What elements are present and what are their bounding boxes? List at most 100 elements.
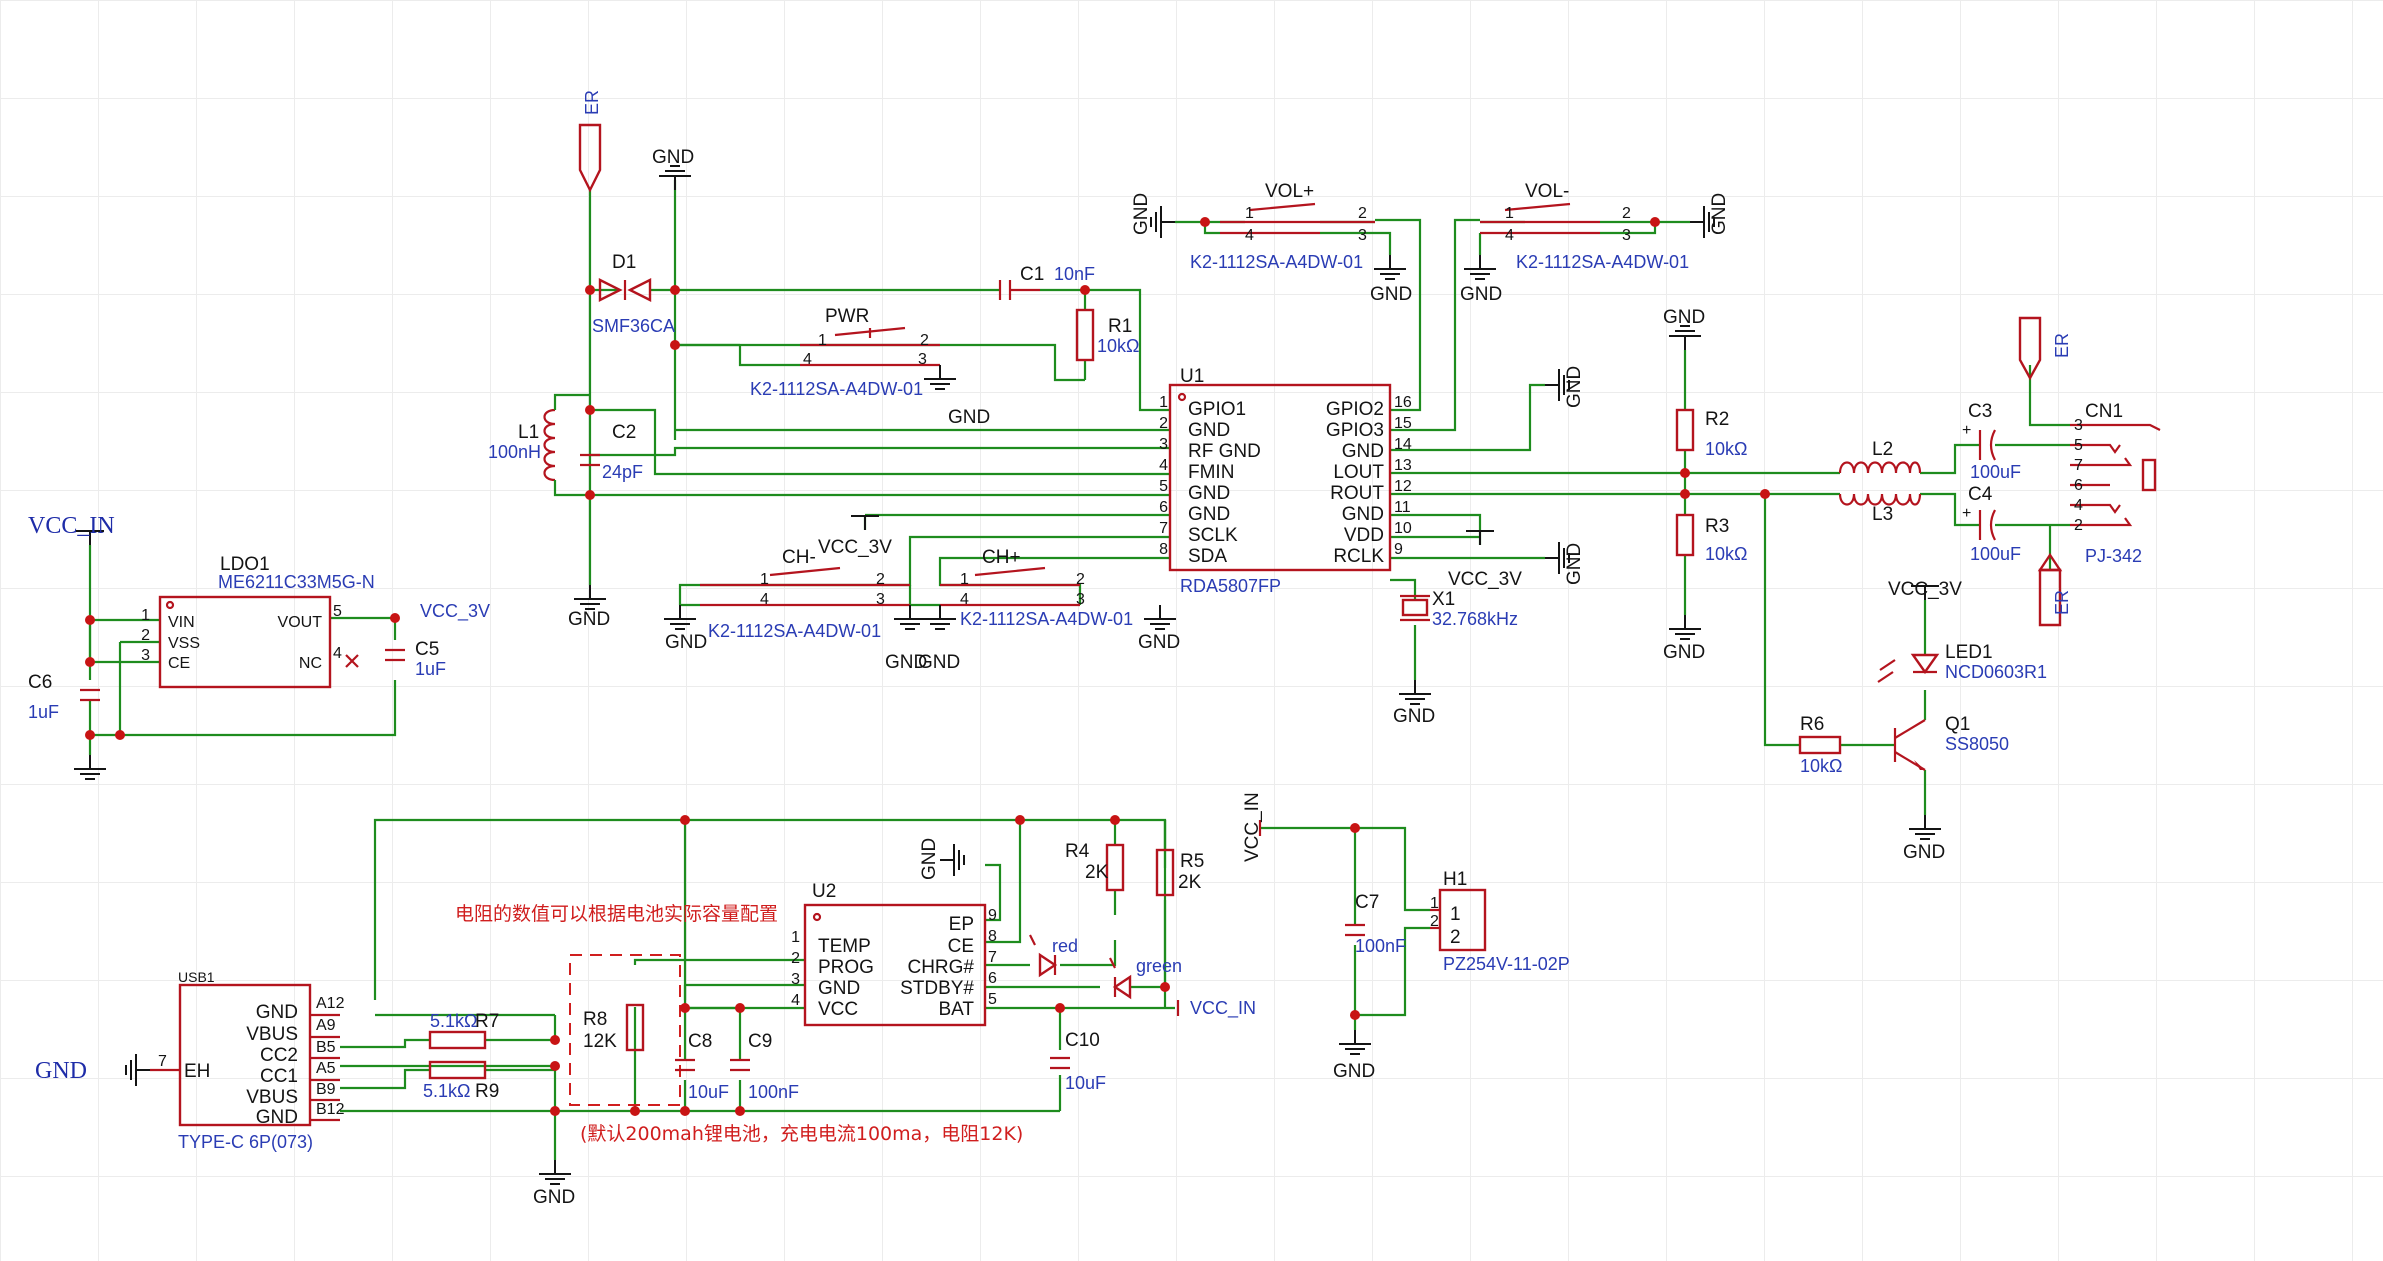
- sw-volm-part: K2-1112SA-A4DW-01: [1516, 252, 1689, 272]
- gnd-label: GND: [1663, 642, 1705, 663]
- pin-num: 13: [1394, 457, 1412, 474]
- cn1-pin: 2: [2074, 517, 2083, 534]
- c3-ref: C3: [1968, 401, 1992, 422]
- pin-name: EH: [184, 1061, 210, 1082]
- pin-num: 5: [333, 603, 342, 620]
- pin-name: RCLK: [1333, 546, 1384, 567]
- sw-chp-name: CH+: [982, 547, 1021, 568]
- wires: [88, 180, 2070, 1160]
- pin-label: 1: [818, 332, 827, 349]
- pin-name: ROUT: [1330, 483, 1384, 504]
- c7-ref: C7: [1355, 892, 1379, 913]
- pin-num: 7: [1159, 520, 1168, 537]
- h1-value: PZ254V-11-02P: [1443, 954, 1570, 974]
- pin-num: 11: [1394, 499, 1411, 516]
- pin-name: GND: [1188, 483, 1230, 504]
- pin-name: VSS: [168, 635, 200, 652]
- r4-value: 2K: [1085, 862, 1109, 883]
- l1-value: 100nH: [488, 442, 541, 462]
- pin-num: 3: [141, 647, 150, 664]
- u1-left-pins: 1 GPIO1 2 GND 3 RF GND 4 FMIN 5 GND 6 GN…: [1159, 394, 1261, 567]
- pin-label: 1: [760, 571, 769, 588]
- c9-ref: C9: [748, 1031, 772, 1052]
- ground-symbols: [73, 165, 1942, 1185]
- pin-num: 5: [1159, 478, 1168, 495]
- pin-num: 4: [333, 645, 342, 662]
- gnd-label: GND: [1138, 632, 1180, 653]
- er-label: ER: [2052, 333, 2072, 358]
- c4-value: 100uF: [1970, 544, 2021, 564]
- sw-pwr-name: PWR: [825, 306, 869, 327]
- cn1-pin: 5: [2074, 437, 2083, 454]
- pin-num: 8: [988, 928, 997, 945]
- pin-num: 7: [158, 1053, 167, 1070]
- pin-name: GND: [1342, 504, 1384, 525]
- sw-chm-name: CH-: [782, 547, 816, 568]
- pin-num: 1: [1159, 394, 1168, 411]
- led-green-label: green: [1136, 956, 1182, 976]
- c9-value: 100nF: [748, 1082, 799, 1102]
- cn1-pin: 7: [2074, 457, 2083, 474]
- x1-ref: X1: [1432, 589, 1455, 610]
- led1-ref: LED1: [1945, 642, 1993, 663]
- labels: ER GND GND VCC_3V VCC_3V VCC_3V GND GND …: [28, 90, 2142, 1208]
- pin-name: GPIO2: [1326, 399, 1384, 420]
- gnd-label: GND: [918, 652, 960, 673]
- battery-note: (默认200mah锂电池，充电电流100ma，电阻12K): [580, 1123, 1023, 1145]
- gnd-label-usb: GND: [35, 1058, 87, 1084]
- cn1-pin: 4: [2074, 497, 2083, 514]
- cn1-value: PJ-342: [2085, 546, 2142, 566]
- r4-ref: R4: [1065, 841, 1090, 862]
- c1-value: 10nF: [1054, 264, 1095, 284]
- sw-chp-part: K2-1112SA-A4DW-01: [960, 609, 1133, 629]
- pin-num: 3: [1159, 436, 1168, 453]
- c5-value: 1uF: [415, 659, 446, 679]
- gnd-label: GND: [533, 1187, 575, 1208]
- h1-ref: H1: [1443, 869, 1467, 890]
- pin-name: VDD: [1344, 525, 1384, 546]
- svg-text:+: +: [1962, 422, 1971, 439]
- pin-num: 2: [791, 950, 800, 967]
- switch-volp: [1220, 202, 1375, 235]
- pin-name: GND: [1342, 441, 1384, 462]
- pin-num: 1: [141, 607, 150, 624]
- vcc-in-label: VCC_IN: [28, 513, 115, 539]
- sw-volp-part: K2-1112SA-A4DW-01: [1190, 252, 1363, 272]
- r3-ref: R3: [1705, 516, 1729, 537]
- pin-num: 6: [1159, 499, 1168, 516]
- pin-label: 4: [960, 591, 969, 608]
- pin-num: 5: [988, 991, 997, 1008]
- pin-num: A9: [316, 1017, 336, 1034]
- pin-num: 4: [1159, 457, 1168, 474]
- r6-value: 10kΩ: [1800, 756, 1842, 776]
- pin-name: CE: [948, 936, 974, 957]
- pin-num: A5: [316, 1060, 336, 1077]
- pin-name: NC: [299, 655, 322, 672]
- c5-ref: C5: [415, 639, 439, 660]
- r9-value: 5.1kΩ: [423, 1081, 470, 1101]
- pin-label: 4: [1505, 227, 1514, 244]
- pin-name: GND: [256, 1107, 298, 1128]
- gnd-label: GND: [1393, 706, 1435, 727]
- u1-right-pins: 16 GPIO2 15 GPIO3 14 GND 13 LOUT 12 ROUT…: [1326, 394, 1412, 567]
- pin-name: LOUT: [1333, 462, 1384, 483]
- q1-ref: Q1: [1945, 714, 1970, 735]
- r6-ref: R6: [1800, 714, 1824, 735]
- pin-name: VBUS: [246, 1024, 298, 1045]
- r2-value: 10kΩ: [1705, 439, 1747, 459]
- pin-name: TEMP: [818, 936, 871, 957]
- svg-text:+: +: [1962, 505, 1971, 522]
- pin-name: SCLK: [1188, 525, 1238, 546]
- pin-num: 10: [1394, 520, 1412, 537]
- usb1-ref: USB1: [178, 969, 215, 985]
- h1-pin: 1: [1430, 895, 1439, 912]
- switch-volm: [1480, 202, 1600, 235]
- c8-ref: C8: [688, 1031, 712, 1052]
- gnd-label: GND: [1903, 842, 1945, 863]
- pin-num: 8: [1159, 541, 1168, 558]
- er-label: ER: [2052, 590, 2072, 615]
- pin-name: PROG: [818, 957, 874, 978]
- pin-num: 2: [141, 627, 150, 644]
- pin-num: 14: [1394, 436, 1412, 453]
- pin-label: 3: [876, 591, 885, 608]
